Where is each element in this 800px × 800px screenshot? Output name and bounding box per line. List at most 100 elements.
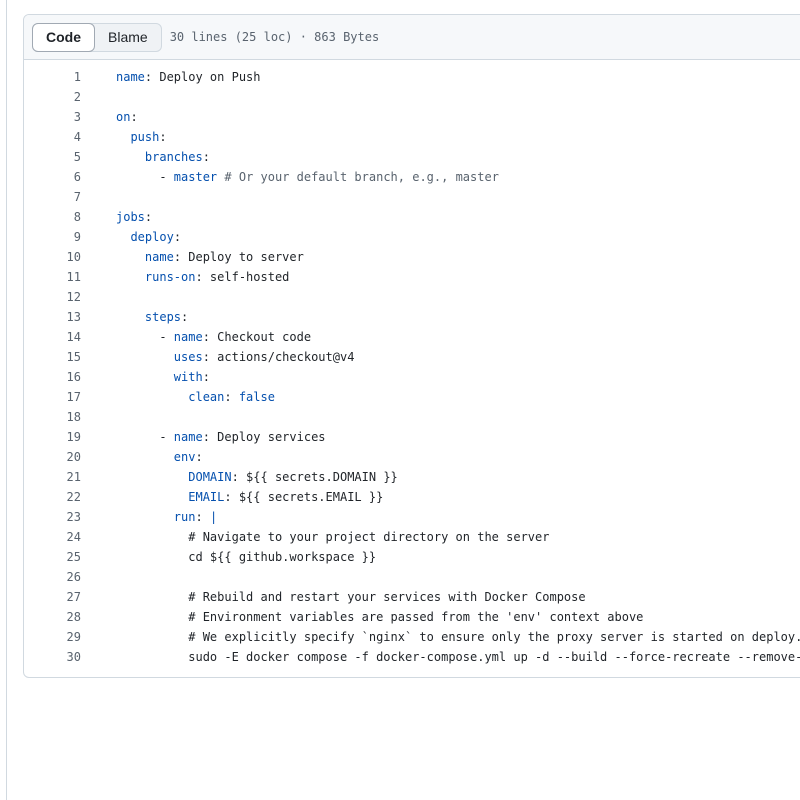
code-key-token: branches [144, 150, 203, 164]
line-number[interactable]: 30 [24, 647, 81, 667]
code-key-token: jobs [116, 210, 145, 224]
code-text-token: : Checkout code [202, 330, 312, 344]
line-number[interactable]: 19 [24, 427, 81, 447]
code-line: 26 [24, 567, 800, 587]
code-tab-button[interactable]: Code [32, 22, 95, 52]
code-line: 12 [24, 287, 800, 307]
code-line: 15 uses: actions/checkout@v4 [24, 347, 800, 367]
line-number[interactable]: 23 [24, 507, 81, 527]
line-content [81, 407, 116, 427]
code-text-token: : ${{ secrets.EMAIL }} [224, 490, 384, 504]
line-content: uses: actions/checkout@v4 [81, 347, 355, 367]
code-key-token: name [116, 70, 145, 84]
line-number[interactable]: 5 [24, 147, 81, 167]
code-text-token: : [195, 450, 203, 464]
code-listing: 1 name: Deploy on Push 2 3 on: 4 push: 5 branc… [24, 60, 800, 667]
line-number[interactable]: 18 [24, 407, 81, 427]
code-text-token: : [202, 370, 210, 384]
code-key-token: deploy [130, 230, 174, 244]
code-text-token: : [202, 150, 210, 164]
line-content: cd ${{ github.workspace }} [81, 547, 376, 567]
code-key-token: run [173, 510, 196, 524]
code-text-token: : [130, 110, 138, 124]
line-content: run: | [81, 507, 217, 527]
code-line: 20 env: [24, 447, 800, 467]
line-number[interactable]: 3 [24, 107, 81, 127]
line-number[interactable]: 17 [24, 387, 81, 407]
code-line: 16 with: [24, 367, 800, 387]
panel-divider [6, 0, 7, 800]
view-toggle: Code Blame [32, 22, 162, 52]
line-number[interactable]: 29 [24, 627, 81, 647]
code-text-token: : [195, 510, 210, 524]
code-key-token: push [130, 130, 160, 144]
code-line: 4 push: [24, 127, 800, 147]
line-content: jobs: [81, 207, 152, 227]
line-number[interactable]: 7 [24, 187, 81, 207]
line-number[interactable]: 25 [24, 547, 81, 567]
code-text-token: # Navigate to your project directory on … [116, 530, 550, 544]
line-number[interactable]: 26 [24, 567, 81, 587]
line-number[interactable]: 1 [24, 67, 81, 87]
code-text-token: # Rebuild and restart your services with… [116, 590, 586, 604]
line-number[interactable]: 9 [24, 227, 81, 247]
line-content [81, 567, 116, 587]
line-content: steps: [81, 307, 188, 327]
line-number[interactable]: 6 [24, 167, 81, 187]
line-content: # We explicitly specify `nginx` to ensur… [81, 627, 800, 647]
code-text-token: : Deploy services [202, 430, 326, 444]
line-number[interactable]: 10 [24, 247, 81, 267]
code-line: 19 - name: Deploy services [24, 427, 800, 447]
line-number[interactable]: 14 [24, 327, 81, 347]
line-number[interactable]: 4 [24, 127, 81, 147]
line-number[interactable]: 27 [24, 587, 81, 607]
line-content: env: [81, 447, 203, 467]
line-content: - master # Or your default branch, e.g.,… [81, 167, 499, 187]
line-number[interactable]: 24 [24, 527, 81, 547]
code-line: 9 deploy: [24, 227, 800, 247]
line-content: push: [81, 127, 167, 147]
line-content: - name: Deploy services [81, 427, 326, 447]
code-text-token: - [116, 170, 174, 184]
line-content: name: Deploy to server [81, 247, 304, 267]
line-number[interactable]: 11 [24, 267, 81, 287]
line-content: DOMAIN: ${{ secrets.DOMAIN }} [81, 467, 398, 487]
code-line: 27 # Rebuild and restart your services w… [24, 587, 800, 607]
code-key-token: | [209, 510, 218, 524]
code-line: 30 sudo -E docker compose -f docker-comp… [24, 647, 800, 667]
line-number[interactable]: 20 [24, 447, 81, 467]
line-number[interactable]: 22 [24, 487, 81, 507]
code-key-token: runs-on [144, 270, 196, 284]
line-number[interactable]: 28 [24, 607, 81, 627]
code-text-token: : [181, 310, 189, 324]
line-content [81, 187, 116, 207]
code-line: 3 on: [24, 107, 800, 127]
code-line: 13 steps: [24, 307, 800, 327]
code-comment-token: # Or your default branch, e.g., master [224, 170, 499, 184]
line-number[interactable]: 12 [24, 287, 81, 307]
code-text-token: : [224, 390, 239, 404]
line-number[interactable]: 21 [24, 467, 81, 487]
code-key-token: DOMAIN [188, 470, 232, 484]
line-number[interactable]: 8 [24, 207, 81, 227]
line-number[interactable]: 13 [24, 307, 81, 327]
code-line: 11 runs-on: self-hosted [24, 267, 800, 287]
blame-tab-button[interactable]: Blame [95, 24, 161, 51]
code-text-token: : [159, 130, 167, 144]
line-content [81, 287, 116, 307]
line-content: runs-on: self-hosted [81, 267, 290, 287]
line-number[interactable]: 2 [24, 87, 81, 107]
code-key-token: on [116, 110, 131, 124]
code-line: 22 EMAIL: ${{ secrets.EMAIL }} [24, 487, 800, 507]
code-line: 1 name: Deploy on Push [24, 67, 800, 87]
line-number[interactable]: 16 [24, 367, 81, 387]
line-content: with: [81, 367, 210, 387]
line-content: clean: false [81, 387, 275, 407]
line-number[interactable]: 15 [24, 347, 81, 367]
